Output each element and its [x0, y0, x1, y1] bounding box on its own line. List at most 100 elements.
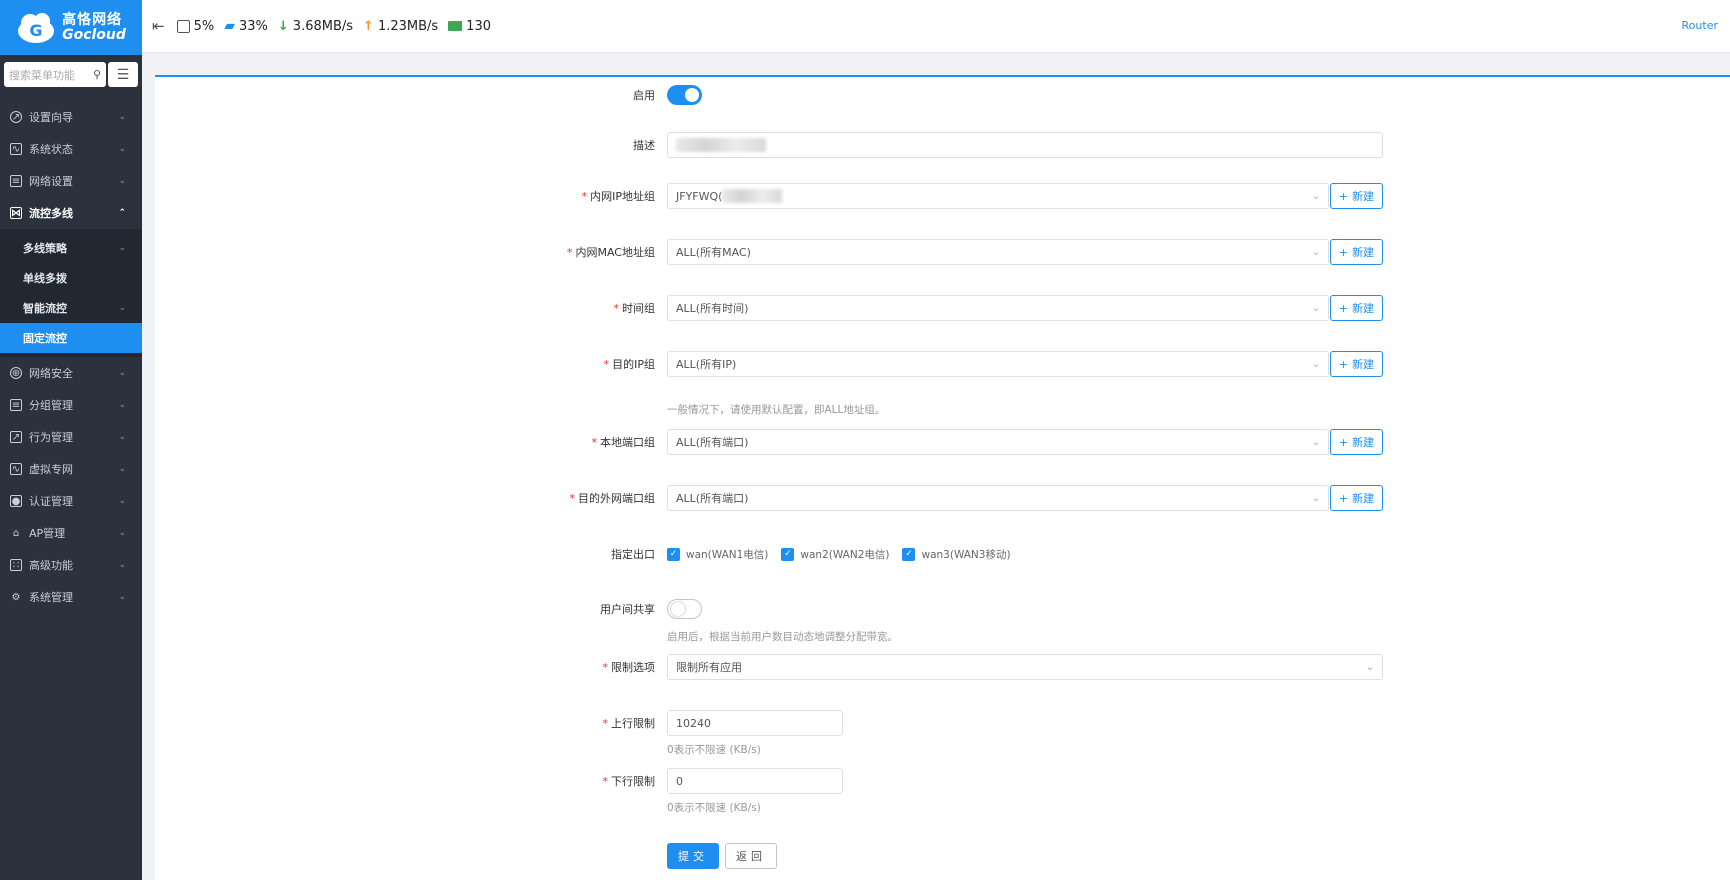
flow-control-icon: ⋈	[10, 207, 22, 219]
description-input[interactable]	[667, 132, 1383, 158]
gear-icon: ⚙	[11, 591, 21, 603]
sidebar-item-system-management[interactable]: ⚙ 系统管理 ⌄	[0, 581, 142, 613]
upload-limit-input[interactable]: 10240	[667, 710, 843, 736]
sidebar-item-label: AP管理	[29, 527, 66, 540]
brand-name-cn: 高恪网络	[62, 11, 123, 28]
memory-usage: ▰ 33%	[224, 18, 268, 34]
chevron-down-icon: ⌄	[118, 112, 126, 122]
lan-mac-group-select[interactable]: ALL(所有MAC) ⌄	[667, 239, 1329, 265]
upload-rate: ↑ 1.23MB/s	[363, 19, 438, 34]
checkmark-icon: ✓	[902, 547, 916, 561]
sidebar-item-label: 高级功能	[29, 559, 73, 572]
sidebar-item-network-security[interactable]: ⊕ 网络安全 ⌄	[0, 357, 142, 389]
top-bar: ⇤ 5% ▰ 33% ↓ 3.68MB/s ↑ 1.23MB/s 130 Rou…	[142, 0, 1730, 53]
sidebar-subitem-multiline-policy[interactable]: 多线策略 ⌄	[0, 233, 142, 263]
local-port-group-value: ALL(所有端口)	[676, 436, 749, 449]
chevron-down-icon: ⌄	[118, 560, 126, 570]
sidebar-item-system-status[interactable]: ∿ 系统状态 ⌄	[0, 133, 142, 165]
sidebar-item-label: 网络安全	[29, 367, 73, 380]
lan-ip-group-select[interactable]: JFYFWQ( ⌄	[667, 183, 1329, 209]
sidebar-subitem-label: 单线多拨	[23, 272, 67, 285]
sidebar-subitem-single-line-multidial[interactable]: 单线多拨	[0, 263, 142, 293]
sidebar-item-auth-management[interactable]: ● 认证管理 ⌄	[0, 485, 142, 517]
cpu-value: 5%	[193, 18, 215, 34]
sidebar-subitem-fixed-flow-control[interactable]: 固定流控	[0, 323, 142, 353]
time-group-select[interactable]: ALL(所有时间) ⌄	[667, 295, 1329, 321]
behavior-icon: ↗	[10, 431, 22, 443]
download-limit-input[interactable]: 0	[667, 768, 843, 794]
vpn-icon: ∿	[10, 463, 22, 475]
router-link[interactable]: Router	[1682, 19, 1718, 32]
submit-button[interactable]: 提交	[667, 843, 719, 869]
download-limit-hint: 0表示不限速 (KB/s)	[667, 802, 761, 814]
plus-icon: +	[1338, 245, 1349, 259]
chevron-down-icon: ⌄	[118, 400, 126, 410]
search-icon: ⚲	[92, 68, 101, 81]
dst-ip-group-select[interactable]: ALL(所有IP) ⌄	[667, 351, 1329, 377]
new-time-group-button[interactable]: + 新建	[1330, 295, 1383, 321]
chevron-down-icon: ⌄	[1311, 190, 1320, 202]
dst-port-group-select[interactable]: ALL(所有端口) ⌄	[667, 485, 1329, 511]
group-icon: ≡	[10, 399, 22, 411]
main-form-panel: 启用 描述 * 内网IP地址组 JFYFWQ( ⌄ + 新建 * 内网MAC地址组 A…	[155, 75, 1730, 880]
dst-ip-group-label: * 目的IP组	[603, 358, 655, 371]
compass-icon: ↗	[10, 111, 22, 123]
brand-name-en: Gocloud	[62, 26, 126, 43]
download-limit-label: * 下行限制	[602, 775, 656, 788]
dst-port-group-label: * 目的外网端口组	[569, 492, 656, 505]
new-lan-mac-group-button[interactable]: + 新建	[1330, 239, 1383, 265]
sidebar-item-ap-management[interactable]: ⌂ AP管理 ⌄	[0, 517, 142, 549]
plus-icon: +	[1338, 189, 1349, 203]
limit-option-label: * 限制选项	[602, 661, 656, 674]
sidebar-item-setup-wizard[interactable]: ↗ 设置向导 ⌄	[0, 101, 142, 133]
sidebar-item-advanced[interactable]: ∷ 高级功能 ⌄	[0, 549, 142, 581]
chevron-down-icon: ⌄	[1365, 661, 1374, 673]
memory-value: 33%	[238, 18, 268, 34]
sidebar-item-vpn[interactable]: ∿ 虚拟专网 ⌄	[0, 453, 142, 485]
sidebar-item-flow-control[interactable]: ⋈ 流控多线 ⌃	[0, 197, 142, 229]
redacted-text	[676, 138, 766, 152]
new-lan-ip-group-button[interactable]: + 新建	[1330, 183, 1383, 209]
lan-ip-group-value: JFYFWQ(	[676, 189, 723, 203]
chevron-down-icon: ⌄	[1311, 492, 1320, 504]
menu-list-button[interactable]: ☰	[108, 62, 138, 87]
brand-logo[interactable]: G 高恪网络 Gocloud	[0, 0, 142, 55]
cpu-usage: 5%	[176, 18, 215, 34]
online-clients: 130	[448, 19, 491, 34]
menu-search-input[interactable]: 搜索菜单功能 ⚲	[4, 62, 106, 87]
new-local-port-group-button[interactable]: + 新建	[1330, 429, 1383, 455]
list-icon: ☰	[116, 66, 130, 83]
redacted-text	[722, 189, 783, 203]
share-toggle[interactable]	[667, 599, 702, 619]
sidebar-item-behavior-management[interactable]: ↗ 行为管理 ⌄	[0, 421, 142, 453]
outlet-checkbox-wan1[interactable]: ✓ wan(WAN1电信)	[667, 547, 768, 562]
new-dst-port-group-button[interactable]: + 新建	[1330, 485, 1383, 511]
clients-value: 130	[466, 18, 491, 34]
sidebar-item-label: 系统状态	[29, 143, 73, 156]
chevron-down-icon: ⌄	[118, 528, 126, 538]
enable-toggle[interactable]	[667, 85, 702, 105]
sidebar-item-label: 流控多线	[29, 207, 73, 220]
outlet-checkbox-wan2[interactable]: ✓ wan2(WAN2电信)	[781, 547, 889, 562]
checkmark-icon: ✓	[781, 547, 795, 561]
globe-icon: ⊕	[10, 367, 22, 379]
new-dst-ip-group-button[interactable]: + 新建	[1330, 351, 1383, 377]
chevron-down-icon: ⌄	[1311, 436, 1320, 448]
sidebar-item-label: 系统管理	[29, 591, 73, 604]
lan-mac-group-label: * 内网MAC地址组	[566, 246, 655, 259]
limit-option-select[interactable]: 限制所有应用 ⌄	[667, 654, 1383, 680]
auth-icon: ●	[10, 495, 22, 507]
sidebar-item-network-settings[interactable]: ≡ 网络设置 ⌄	[0, 165, 142, 197]
status-icon: ∿	[10, 143, 22, 155]
svg-text:G: G	[30, 21, 43, 40]
sidebar-subitem-smart-flow-control[interactable]: 智能流控 ⌄	[0, 293, 142, 323]
time-group-value: ALL(所有时间)	[676, 302, 749, 315]
chevron-down-icon: ⌄	[1311, 358, 1320, 370]
local-port-group-select[interactable]: ALL(所有端口) ⌄	[667, 429, 1329, 455]
outlet-checkbox-wan3[interactable]: ✓ wan3(WAN3移动)	[902, 547, 1011, 562]
back-button[interactable]: 返回	[725, 843, 777, 869]
collapse-menu-icon[interactable]: ⇤	[152, 17, 165, 35]
sidebar: G 高恪网络 Gocloud 搜索菜单功能 ⚲ ☰ ↗ 设置向导 ⌄ ∿ 系统状…	[0, 0, 142, 880]
lan-mac-group-value: ALL(所有MAC)	[676, 246, 751, 259]
sidebar-item-group-management[interactable]: ≡ 分组管理 ⌄	[0, 389, 142, 421]
